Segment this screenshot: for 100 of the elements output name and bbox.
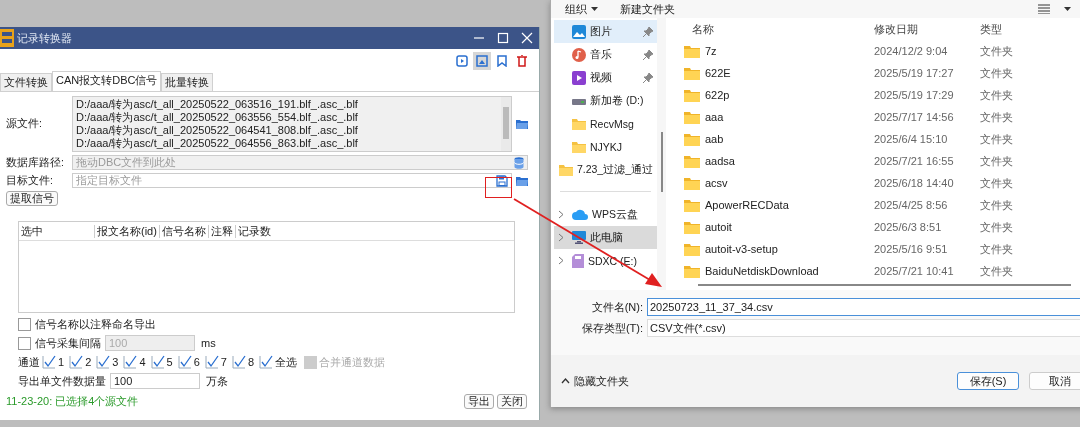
tab[interactable]: 批量转换: [161, 73, 214, 91]
file-name: aadsa: [705, 155, 735, 167]
checkbox[interactable]: [69, 355, 84, 369]
checkbox-label: 信号名称以注释命名导出: [35, 316, 156, 332]
file-type-dropdown[interactable]: CSV文件(*.csv): [647, 319, 1080, 337]
column-header[interactable]: 名称: [678, 21, 874, 37]
unit-label: ms: [201, 337, 216, 349]
file-row[interactable]: aab 2025/6/4 15:10 文件夹: [678, 128, 1080, 150]
file-row[interactable]: autoit-v3-setup 2025/5/16 9:51 文件夹: [678, 238, 1080, 260]
close-icon[interactable]: [521, 32, 533, 44]
pin-icon[interactable]: [643, 72, 653, 83]
tab[interactable]: 文件转换: [0, 73, 52, 91]
modified-date: 2025/4/25 8:56: [874, 199, 949, 211]
column-header[interactable]: 信号名称: [159, 224, 209, 238]
folder-icon: [558, 163, 573, 176]
checkbox[interactable]: [231, 355, 246, 369]
scrollbar[interactable]: [657, 18, 666, 290]
save-icon[interactable]: [496, 174, 508, 187]
chevron-icon[interactable]: [561, 378, 570, 384]
sidebar-item[interactable]: 视频: [554, 66, 657, 89]
folder-icon: [684, 44, 700, 58]
caret-icon[interactable]: [591, 7, 598, 11]
checkbox[interactable]: [204, 355, 219, 369]
cloud-icon: [572, 209, 588, 220]
sidebar-item[interactable]: 此电脑: [554, 226, 657, 249]
sidebar-item[interactable]: 新加卷 (D:): [554, 89, 657, 112]
folder-icon[interactable]: [516, 175, 528, 186]
file-row[interactable]: 622E 2025/5/19 17:27 文件夹: [678, 62, 1080, 84]
checkbox-label: 合并通道数据: [319, 354, 385, 370]
folder-icon: [684, 88, 700, 102]
sidebar-item[interactable]: 图片: [554, 20, 657, 43]
column-header[interactable]: 选中: [19, 224, 95, 238]
field-label: 目标文件:: [6, 173, 54, 188]
column-header[interactable]: 注释: [208, 224, 236, 238]
view-menu-icon[interactable]: [1038, 4, 1050, 14]
file-name: 622E: [705, 67, 731, 79]
sidebar-label: WPS云盘: [592, 207, 639, 222]
file-row[interactable]: BaiduNetdiskDownload 2025/7/21 10:41 文件夹: [678, 260, 1080, 282]
record-count-field[interactable]: 100: [110, 373, 200, 389]
maximize-icon[interactable]: [497, 32, 509, 44]
folder-icon: [684, 154, 700, 168]
tab[interactable]: CAN报文转DBC信号: [52, 71, 162, 91]
checkbox-label: 全选: [275, 354, 297, 370]
save-button[interactable]: 保存(S): [957, 372, 1019, 390]
folder-icon[interactable]: [516, 119, 528, 129]
file-row[interactable]: autoit 2025/6/3 8:51 文件夹: [678, 216, 1080, 238]
extract-signals-button[interactable]: 提取信号: [6, 191, 58, 206]
file-name: aab: [705, 133, 724, 145]
checkbox[interactable]: [150, 355, 165, 369]
file-type: 文件夹: [980, 241, 1014, 257]
modified-date: 2025/6/3 8:51: [874, 221, 943, 233]
image-button[interactable]: [473, 52, 491, 70]
column-header[interactable]: 修改日期: [874, 21, 980, 37]
modified-date: 2025/7/17 14:56: [874, 111, 955, 123]
picture-icon: [572, 24, 586, 39]
checkbox[interactable]: [18, 336, 31, 350]
database-icon[interactable]: [514, 156, 524, 169]
channel-label: 通道: [18, 354, 40, 370]
checkbox[interactable]: [18, 317, 31, 331]
export-button[interactable]: 导出: [464, 394, 494, 409]
checkbox[interactable]: [123, 355, 138, 369]
file-path: D:/aaa/转为asc/t_all_20250522_064556_863.blf_.asc_.blf: [76, 137, 359, 150]
checkbox[interactable]: [42, 355, 56, 369]
checkbox-label: 3: [112, 356, 119, 368]
sidebar-item[interactable]: RecvMsg: [554, 112, 657, 135]
scrollbar[interactable]: [501, 97, 511, 151]
file-row[interactable]: aaa 2025/7/17 14:56 文件夹: [678, 106, 1080, 128]
organize-menu[interactable]: 组织: [565, 1, 587, 17]
source-files-list[interactable]: [72, 96, 512, 152]
hide-folders-toggle[interactable]: 隐藏文件夹: [574, 373, 629, 389]
column-header[interactable]: 类型: [980, 21, 1040, 37]
file-type: 文件夹: [980, 131, 1014, 147]
pin-icon[interactable]: [643, 49, 653, 60]
file-row[interactable]: aadsa 2025/7/21 16:55 文件夹: [678, 150, 1080, 172]
checkbox-label: 2: [85, 356, 92, 368]
new-folder-button[interactable]: 新建文件夹: [620, 1, 675, 17]
sidebar-item[interactable]: 7.23_过滤_通过: [554, 158, 657, 181]
sidebar-item[interactable]: SDXC (E:): [554, 249, 657, 272]
file-row[interactable]: 622p 2025/5/19 17:29 文件夹: [678, 84, 1080, 106]
pin-icon[interactable]: [643, 26, 653, 37]
play-button[interactable]: [453, 52, 471, 70]
checkbox[interactable]: [259, 355, 273, 369]
file-row[interactable]: 7z 2024/12/2 9:04 文件夹: [678, 40, 1080, 62]
column-header[interactable]: 记录数: [235, 224, 273, 238]
checkbox[interactable]: [177, 355, 192, 369]
scrollbar[interactable]: [698, 284, 1071, 286]
file-row[interactable]: acsv 2025/6/18 14:40 文件夹: [678, 172, 1080, 194]
file-row[interactable]: ApowerRECData 2025/4/25 8:56 文件夹: [678, 194, 1080, 216]
close-button[interactable]: 关闭: [497, 394, 527, 409]
caret-icon[interactable]: [1064, 7, 1071, 11]
checkbox[interactable]: [96, 355, 111, 369]
checkbox-label: 5: [166, 356, 173, 368]
sidebar-item[interactable]: WPS云盘: [554, 203, 657, 226]
cancel-button[interactable]: 取消: [1029, 372, 1080, 390]
sidebar-item[interactable]: 音乐: [554, 43, 657, 66]
sidebar-item[interactable]: NJYKJ: [554, 135, 657, 158]
checkbox-label: 8: [247, 356, 254, 368]
column-header[interactable]: 报文名称(id): [95, 224, 160, 238]
file-name: ApowerRECData: [705, 199, 789, 211]
file-name-field[interactable]: 20250723_11_37_34.csv: [647, 298, 1080, 316]
